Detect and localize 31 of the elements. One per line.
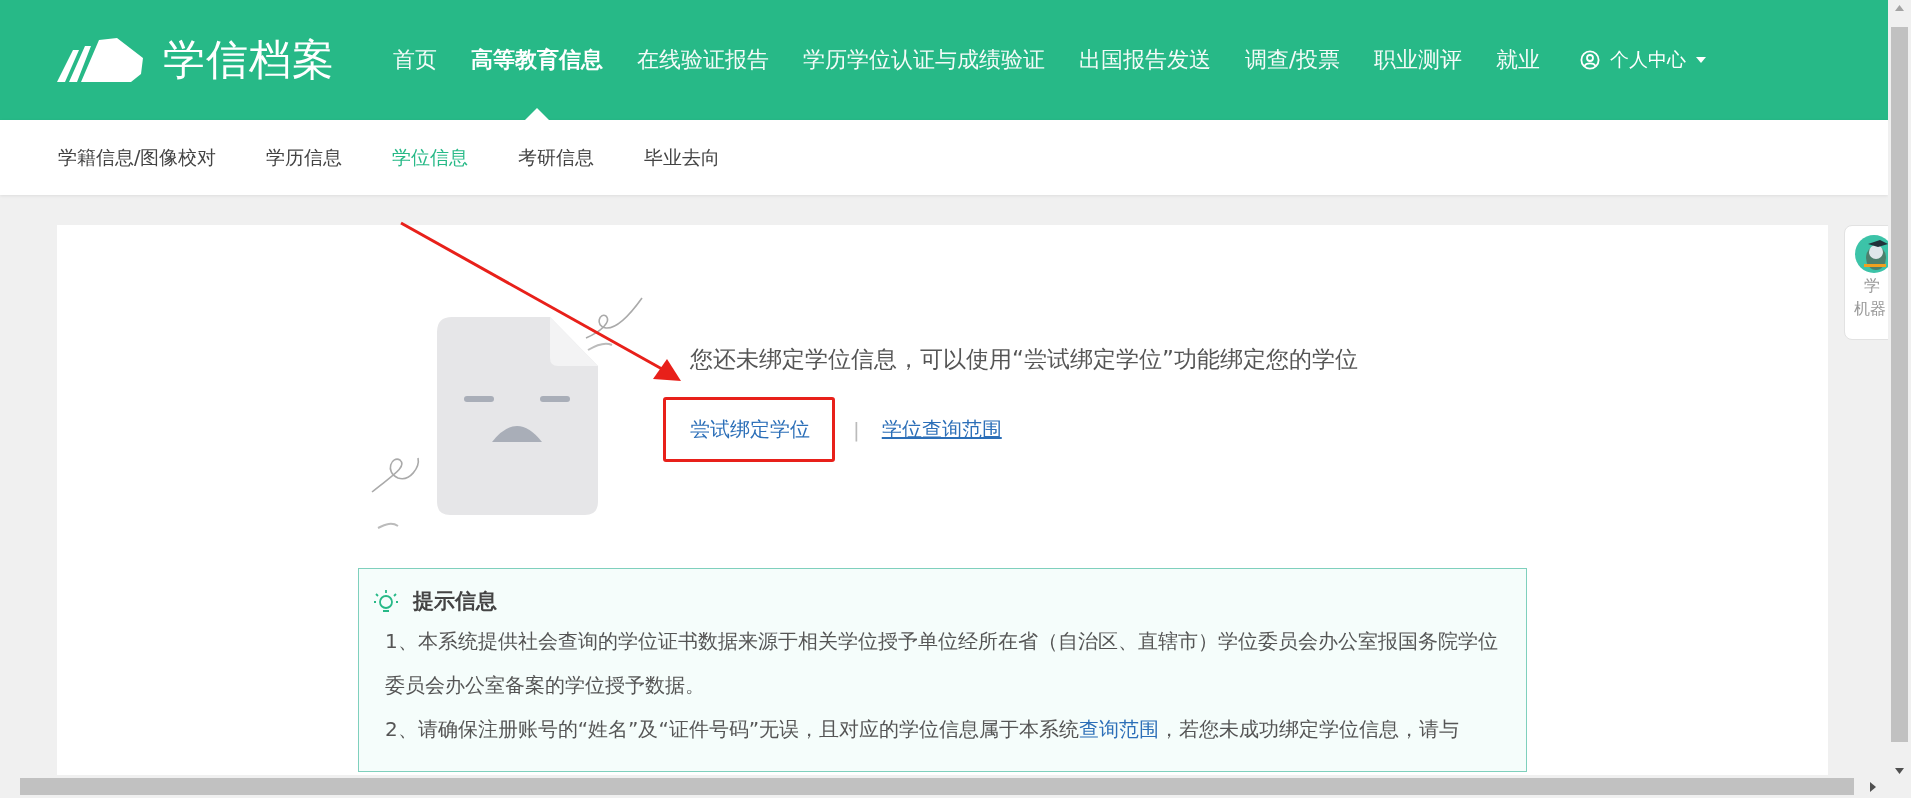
sub-nav-tab[interactable]: 毕业去向 — [644, 144, 721, 171]
link-separator: | — [853, 417, 860, 442]
scroll-right-icon — [1870, 781, 1876, 792]
caret-icon — [1696, 57, 1707, 63]
user-center-menu[interactable]: 个人中心 — [1580, 47, 1707, 73]
nav-tab[interactable]: 就业 — [1496, 0, 1541, 120]
widget-label: 学 — [1864, 275, 1880, 297]
tips-title: 提示信息 — [413, 588, 497, 615]
notice-message: 您还未绑定学位信息，可以使用“尝试绑定学位”功能绑定您的学位 — [690, 345, 1358, 374]
nav-tab[interactable]: 调查/投票 — [1245, 0, 1341, 120]
nav-tab[interactable]: 职业测评 — [1374, 0, 1463, 120]
lightbulb-icon — [373, 588, 399, 614]
logo-text[interactable]: 学信档案 — [163, 32, 335, 88]
scope-link[interactable]: 查询范围 — [1079, 717, 1160, 741]
nav-tab[interactable]: 出国报告发送 — [1079, 0, 1211, 120]
sub-nav-tab[interactable]: 考研信息 — [518, 144, 595, 171]
sub-nav-tab[interactable]: 学位信息 — [392, 144, 469, 171]
tip-paragraph: 2、请确保注册账号的“姓名”及“证件号码”无误，且对应的学位信息属于本系统查询范围，若您未成功绑定学位信息，请与 — [385, 716, 1461, 743]
notice-link[interactable]: 尝试绑定学位 — [690, 417, 810, 441]
scroll-up-icon — [1895, 5, 1904, 11]
widget-label: 机器 — [1854, 298, 1886, 320]
sub-nav-tab[interactable]: 学历信息 — [266, 144, 343, 171]
user-icon — [1580, 50, 1601, 70]
nav-tab[interactable]: 在线验证报告 — [637, 0, 769, 120]
nav-tab[interactable]: 学历学位认证与成绩验证 — [803, 0, 1045, 120]
robot-assistant-widget[interactable]: 学 机器 — [1844, 225, 1888, 340]
sub-nav-tab[interactable]: 学籍信息/图像校对 — [58, 144, 217, 171]
tip-paragraph: 1、本系统提供社会查询的学位证书数据来源于相关学位授予单位经所在省（自治区、直辖市）学位委员会办公室报国务院学位委员会办公室备案的学位授予数据。 — [385, 628, 1499, 699]
nav-tab[interactable]: 首页 — [393, 0, 437, 120]
scroll-down-icon — [1895, 768, 1904, 774]
notice-link[interactable]: 学位查询范围 — [881, 416, 1002, 443]
